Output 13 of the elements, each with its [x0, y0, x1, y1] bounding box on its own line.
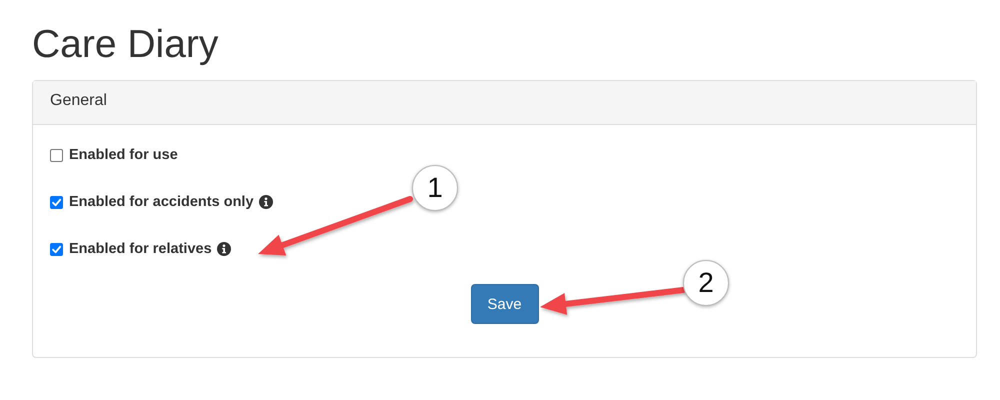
callout-number: 1 — [412, 165, 458, 211]
option-label: Enabled for relatives — [69, 241, 212, 257]
checkbox[interactable] — [50, 196, 63, 208]
callout-number: 2 — [683, 260, 729, 306]
page-title: Care Diary — [32, 22, 220, 68]
info-icon[interactable] — [216, 242, 231, 256]
checkbox[interactable] — [50, 148, 63, 162]
save-button[interactable]: Save — [470, 284, 538, 324]
option-label: Enabled for use — [69, 147, 178, 163]
option-label: Enabled for accidents only — [69, 194, 254, 210]
panel-heading: General — [50, 92, 107, 109]
info-icon[interactable] — [258, 195, 273, 209]
checkbox[interactable] — [50, 242, 63, 256]
